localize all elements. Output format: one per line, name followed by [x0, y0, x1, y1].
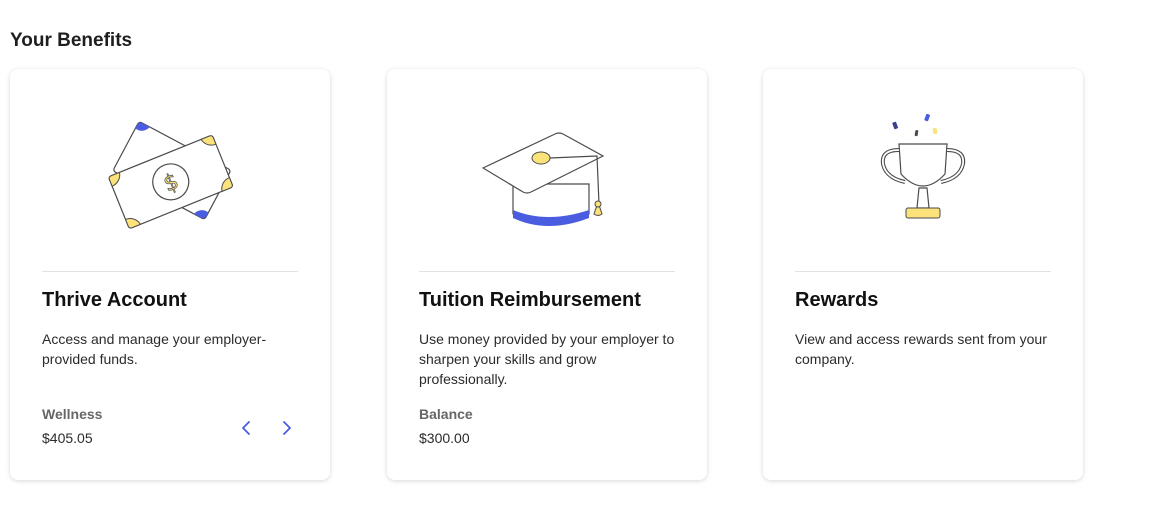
card-title: Tuition Reimbursement	[419, 289, 641, 311]
card-divider	[419, 271, 675, 272]
card-description: View and access rewards sent from your c…	[795, 331, 1047, 367]
money-bills-icon: $	[42, 89, 298, 259]
balance-label: Wellness	[42, 406, 103, 422]
page-title: Your Benefits	[10, 30, 133, 51]
balance-value: $405.05	[42, 430, 93, 446]
card-description: Use money provided by your employer to s…	[419, 331, 675, 387]
card-title: Thrive Account	[42, 289, 187, 311]
card-description: Access and manage your employer-provided…	[42, 331, 267, 367]
thrive-account-card[interactable]: $ Thrive Account Access and manage your …	[10, 69, 330, 480]
next-balance-button[interactable]	[275, 416, 299, 440]
card-divider	[42, 271, 298, 272]
tuition-reimbursement-card[interactable]: Tuition Reimbursement Use money provided…	[387, 69, 707, 480]
prev-balance-button[interactable]	[234, 416, 258, 440]
graduation-cap-icon	[419, 89, 675, 259]
card-divider	[795, 271, 1051, 272]
trophy-icon	[795, 89, 1051, 259]
rewards-card[interactable]: Rewards View and access rewards sent fro…	[763, 69, 1083, 480]
card-title: Rewards	[795, 289, 879, 311]
chevron-left-icon	[242, 421, 250, 435]
chevron-right-icon	[283, 421, 291, 435]
balance-value: $300.00	[419, 430, 470, 446]
balance-label: Balance	[419, 406, 473, 422]
